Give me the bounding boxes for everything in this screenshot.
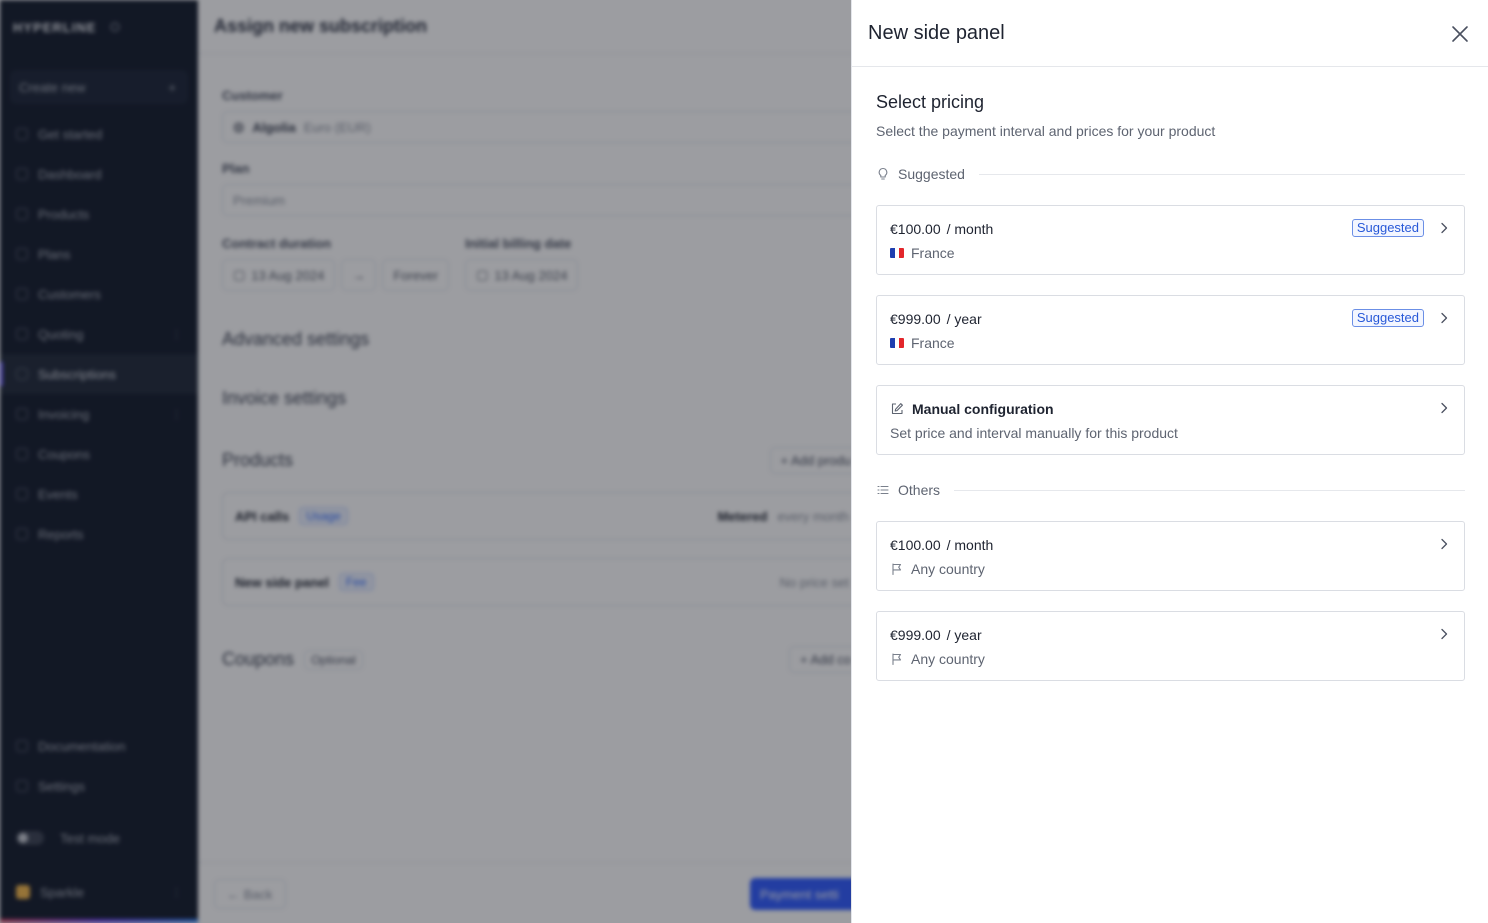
flag-icon [892, 652, 902, 665]
price-amount: €100.00 [890, 536, 941, 553]
france-flag-icon [890, 337, 904, 348]
price-interval: / year [946, 626, 982, 643]
region-label: France [911, 334, 955, 351]
pricing-option-yearly-france[interactable]: €999.00 / year France Suggested [876, 295, 1465, 365]
list-icon [877, 485, 889, 495]
chevron-right-icon [1441, 312, 1448, 324]
chevron-right-icon [1441, 628, 1448, 640]
pricing-option-yearly-any[interactable]: €999.00 / year Any country [876, 611, 1465, 681]
panel-title: New side panel [868, 21, 1005, 44]
france-flag-icon [890, 247, 904, 258]
divider [978, 173, 1465, 175]
manual-configuration-description: Set price and interval manually for this… [890, 424, 1178, 441]
panel-body: Select pricing Select the payment interv… [852, 67, 1488, 681]
manual-configuration-title: Manual configuration [912, 400, 1054, 417]
suggested-badge: Suggested [1351, 309, 1424, 327]
price-amount: €999.00 [890, 626, 941, 643]
region-label: France [911, 244, 955, 261]
divider [954, 489, 1465, 491]
panel-header: New side panel [852, 0, 1488, 67]
price-amount: €100.00 [890, 220, 941, 237]
side-panel: New side panel Select pricing Select the… [851, 0, 1488, 923]
pricing-option-monthly-france[interactable]: €100.00 / month France Suggested [876, 205, 1465, 275]
suggested-group-label: Suggested [876, 165, 1465, 183]
lightbulb-icon [878, 167, 888, 180]
price-interval: / month [946, 220, 994, 237]
chevron-right-icon [1441, 402, 1448, 414]
price-interval: / month [946, 536, 994, 553]
others-group-label: Others [876, 481, 1465, 499]
price-amount: €999.00 [890, 310, 941, 327]
close-icon[interactable] [1450, 24, 1470, 44]
region-label: Any country [911, 650, 985, 667]
section-description: Select the payment interval and prices f… [876, 123, 1216, 139]
price-interval: / year [946, 310, 982, 327]
pricing-option-monthly-any[interactable]: €100.00 / month Any country [876, 521, 1465, 591]
section-heading: Select pricing [876, 92, 985, 112]
chevron-right-icon [1441, 222, 1448, 234]
flag-icon [892, 562, 902, 575]
chevron-right-icon [1441, 538, 1448, 550]
region-label: Any country [911, 560, 985, 577]
manual-configuration-option[interactable]: Manual configuration Set price and inter… [876, 385, 1465, 455]
edit-icon [891, 402, 903, 414]
suggested-badge: Suggested [1351, 219, 1424, 237]
